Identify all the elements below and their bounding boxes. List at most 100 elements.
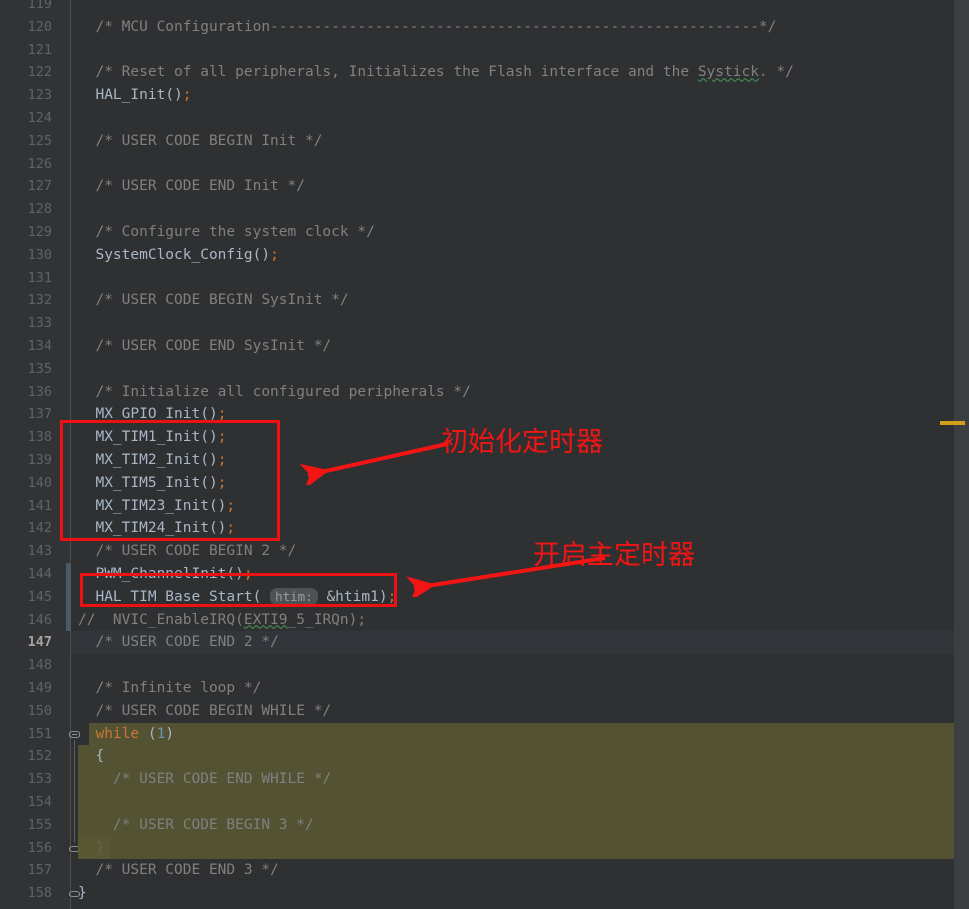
code-comment: /* Initialize all configured peripherals… <box>78 383 471 400</box>
code-comment: /* Configure the system clock */ <box>78 224 375 240</box>
code-comment: // NVIC_EnableIRQ(EXTI9_5_IRQn); <box>78 611 367 628</box>
code-line[interactable]: 158} <box>0 882 954 905</box>
line-content[interactable]: /* Initialize all configured peripherals… <box>78 381 471 404</box>
code-comment: /* USER CODE BEGIN WHILE */ <box>78 702 332 719</box>
line-content[interactable]: /* USER CODE END Init */ <box>78 175 305 198</box>
code-line[interactable]: 129 /* Configure the system clock */ <box>0 221 954 244</box>
line-number: 142 <box>27 520 52 537</box>
line-number: 143 <box>27 543 52 560</box>
function-call: HAL_TIM_Base_Start( <box>78 588 271 605</box>
code-line[interactable]: 148 <box>0 654 954 677</box>
line-number: 124 <box>27 110 52 126</box>
line-content[interactable]: /* USER CODE END SysInit */ <box>78 335 331 358</box>
code-line[interactable]: 146 // NVIC_EnableIRQ(EXTI9_5_IRQn); <box>0 609 954 632</box>
code-line[interactable]: 151 while (1) <box>0 723 954 746</box>
line-content[interactable]: MX_TIM24_Init(); <box>78 517 235 540</box>
line-content[interactable]: /* MCU Configuration--------------------… <box>78 16 776 39</box>
line-number: 157 <box>27 862 52 879</box>
line-number: 158 <box>27 885 52 902</box>
code-line[interactable]: 122 /* Reset of all peripherals, Initial… <box>0 61 954 84</box>
line-number: 130 <box>27 246 52 263</box>
line-content[interactable]: { <box>78 745 104 768</box>
line-number: 134 <box>27 338 52 354</box>
line-content[interactable]: /* Reset of all peripherals, Initializes… <box>78 61 793 84</box>
line-content[interactable]: MX_TIM5_Init(); <box>78 472 226 495</box>
annotation-label-start-timer: 开启主定时器 <box>533 540 695 571</box>
function-call: MX_TIM2_Init(); <box>78 452 227 468</box>
fold-region-line <box>74 739 75 842</box>
line-content[interactable]: /* Infinite loop */ <box>78 677 261 700</box>
function-call: MX_TIM1_Init(); <box>78 429 227 446</box>
line-number: 153 <box>27 771 52 788</box>
line-content[interactable]: /* USER CODE END 3 */ <box>78 859 278 882</box>
code-line[interactable]: 141 MX_TIM23_Init(); <box>0 495 954 518</box>
code-line[interactable]: 134 /* USER CODE END SysInit */ <box>0 335 954 358</box>
code-editor[interactable]: 119 120 /* MCU Configuration-------------… <box>0 0 969 909</box>
line-content[interactable]: /* USER CODE BEGIN 2 */ <box>78 540 296 563</box>
code-line[interactable]: 126 <box>0 153 954 176</box>
code-line[interactable]: 135 <box>0 358 954 381</box>
code-line[interactable]: 119 <box>0 0 954 16</box>
line-number: 138 <box>27 429 52 446</box>
line-content[interactable]: HAL_Init(); <box>78 84 191 107</box>
code-line[interactable]: 150 /* USER CODE BEGIN WHILE */ <box>0 700 954 723</box>
code-line[interactable]: 157 /* USER CODE END 3 */ <box>0 859 954 882</box>
code-line[interactable]: 124 <box>0 107 954 130</box>
code-line[interactable]: 156 } <box>0 837 954 860</box>
parameter-inlay-hint[interactable]: htim: <box>270 587 318 605</box>
editor-scrollbar[interactable] <box>954 0 969 909</box>
line-content[interactable]: // NVIC_EnableIRQ(EXTI9_5_IRQn); <box>78 609 366 632</box>
code-line[interactable]: 128 <box>0 198 954 221</box>
while-statement: while (1) <box>95 725 175 742</box>
line-content[interactable]: MX_TIM1_Init(); <box>78 426 226 449</box>
line-number: 144 <box>27 566 52 582</box>
fold-expand-icon[interactable] <box>69 888 80 899</box>
code-line[interactable]: 140 MX_TIM5_Init(); <box>0 472 954 495</box>
code-line[interactable]: 133 <box>0 312 954 335</box>
spellcheck-underline: Systick <box>697 64 759 81</box>
line-content[interactable]: PWM_ChannelInit(); <box>78 563 252 586</box>
code-line[interactable]: 136 /* Initialize all configured periphe… <box>0 381 954 404</box>
code-line[interactable]: 120 /* MCU Configuration----------------… <box>0 16 954 39</box>
code-line[interactable]: 121 <box>0 39 954 62</box>
line-content[interactable]: /* USER CODE BEGIN Init */ <box>78 130 322 153</box>
code-line[interactable]: 132 /* USER CODE BEGIN SysInit */ <box>0 289 954 312</box>
line-number: 156 <box>27 839 52 856</box>
code-comment: /* USER CODE END WHILE */ <box>78 771 332 788</box>
line-content[interactable]: /* USER CODE END WHILE */ <box>78 768 331 791</box>
line-content[interactable]: /* USER CODE BEGIN SysInit */ <box>78 289 348 312</box>
code-line[interactable]: 130 SystemClock_Config(); <box>0 244 954 267</box>
line-content[interactable]: HAL_TIM_Base_Start( htim: &htim1); <box>78 586 396 609</box>
code-line[interactable]: 131 <box>0 267 954 290</box>
fold-collapse-icon[interactable] <box>69 729 80 740</box>
code-line[interactable]: 127 /* USER CODE END Init */ <box>0 175 954 198</box>
line-content[interactable]: MX_GPIO_Init(); <box>78 403 226 426</box>
code-line[interactable]: 155 /* USER CODE BEGIN 3 */ <box>0 814 954 837</box>
line-content[interactable]: /* Configure the system clock */ <box>78 221 375 244</box>
line-content[interactable]: MX_TIM2_Init(); <box>78 449 226 472</box>
code-line[interactable]: 153 /* USER CODE END WHILE */ <box>0 768 954 791</box>
code-line[interactable]: 142 MX_TIM24_Init(); <box>0 517 954 540</box>
editor-margin-marker[interactable] <box>940 421 965 425</box>
code-line[interactable]: 152 { <box>0 745 954 768</box>
line-number: 149 <box>27 680 52 696</box>
function-call: MX_GPIO_Init(); <box>78 406 227 423</box>
line-content[interactable]: /* USER CODE BEGIN WHILE */ <box>78 700 331 723</box>
line-content[interactable]: /* USER CODE BEGIN 3 */ <box>78 814 314 837</box>
code-line[interactable]: 125 /* USER CODE BEGIN Init */ <box>0 130 954 153</box>
code-line[interactable]: 123 HAL_Init(); <box>0 84 954 107</box>
function-call: MX_TIM23_Init(); <box>78 497 236 514</box>
code-comment: /* USER CODE BEGIN Init */ <box>78 132 323 149</box>
line-content[interactable]: SystemClock_Config(); <box>78 244 278 267</box>
code-line[interactable]: 159 <box>0 905 954 909</box>
code-line[interactable]: 149 /* Infinite loop */ <box>0 677 954 700</box>
annotation-arrow-1 <box>300 442 448 485</box>
code-line[interactable]: 154 <box>0 791 954 814</box>
code-line[interactable]: 147 /* USER CODE END 2 */ <box>0 631 954 654</box>
line-content[interactable]: while (1) <box>78 723 174 746</box>
line-content[interactable]: MX_TIM23_Init(); <box>78 495 235 518</box>
line-number: 159 <box>0 905 52 909</box>
line-number: 125 <box>27 132 52 149</box>
line-content[interactable]: /* USER CODE END 2 */ <box>78 631 278 654</box>
line-number: 119 <box>27 0 52 12</box>
